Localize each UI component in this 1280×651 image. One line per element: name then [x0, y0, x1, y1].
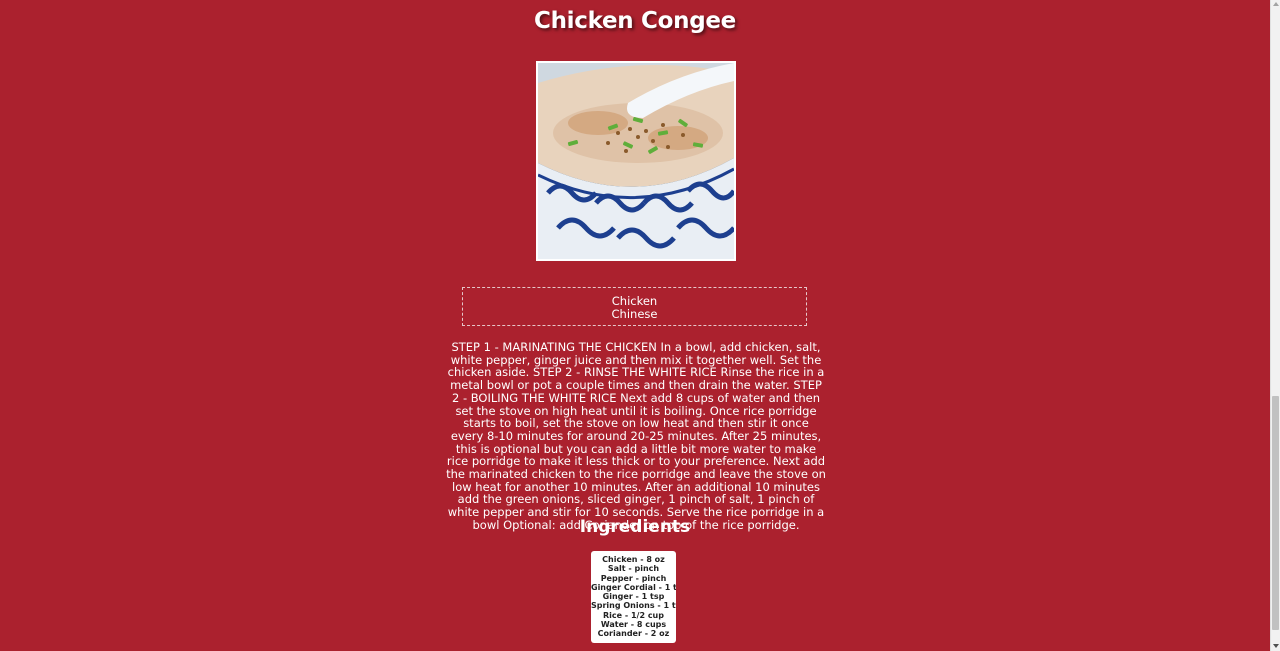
recipe-page: Chicken Congee Chicken Chinese STEP 1 - … — [0, 0, 1270, 651]
ingredient-item: Salt - pinch — [607, 564, 660, 574]
ingredient-item: Ginger Cordial - 1 tsp — [591, 582, 676, 592]
vertical-scrollbar[interactable] — [1270, 0, 1280, 651]
recipe-area: Chinese — [611, 307, 658, 321]
ingredients-list: Chicken - 8 oz Salt - pinch Pepper - pin… — [591, 551, 676, 643]
recipe-meta-box: Chicken Chinese — [462, 287, 807, 326]
ingredients-heading: Ingredients — [579, 517, 691, 537]
recipe-instructions: STEP 1 - MARINATING THE CHICKEN In a bow… — [446, 340, 826, 532]
arrow-down-icon[interactable] — [1273, 644, 1279, 648]
arrow-up-icon[interactable] — [1273, 2, 1279, 6]
ingredient-item: Water - 8 cups — [600, 620, 667, 630]
ingredient-item: Pepper - pinch — [600, 573, 667, 583]
ingredient-item: Spring Onions - 1 tbs — [591, 601, 676, 611]
ingredient-item: Rice - 1/2 cup — [603, 610, 664, 620]
ingredient-item: Ginger - 1 tsp — [602, 592, 665, 602]
scrollbar-thumb[interactable] — [1272, 396, 1279, 630]
ingredient-item: Coriander - 2 oz — [597, 629, 670, 639]
recipe-image — [536, 61, 736, 261]
recipe-title: Chicken Congee — [534, 8, 736, 34]
ingredient-item: Chicken - 8 oz — [602, 555, 665, 564]
